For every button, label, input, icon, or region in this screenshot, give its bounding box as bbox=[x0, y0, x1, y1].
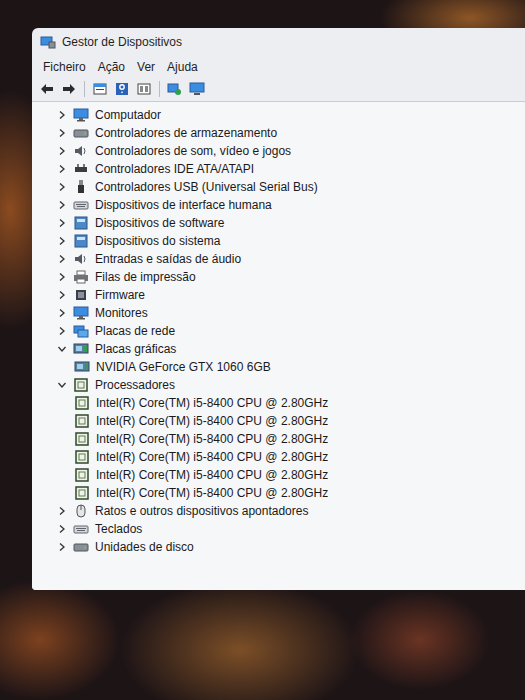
expand-arrow-icon[interactable] bbox=[56, 217, 68, 229]
title-bar: Gestor de Dispositivos bbox=[32, 28, 525, 56]
toolbar bbox=[32, 77, 525, 102]
expand-arrow-icon[interactable] bbox=[56, 523, 68, 535]
scan-hardware-icon bbox=[167, 81, 183, 97]
cpu-icon bbox=[74, 431, 90, 447]
back-icon bbox=[39, 81, 55, 97]
device-tree: ComputadorControladores de armazenamento… bbox=[32, 102, 525, 590]
menu-item[interactable]: Ficheiro bbox=[38, 59, 91, 75]
cpu-icon bbox=[74, 413, 90, 429]
mouse-icon bbox=[73, 503, 89, 519]
tree-category[interactable]: Firmware bbox=[56, 286, 525, 304]
tree-category[interactable]: Dispositivos do sistema bbox=[56, 232, 525, 250]
properties-icon bbox=[92, 81, 108, 97]
tree-category[interactable]: Computador bbox=[56, 106, 525, 124]
menu-bar: FicheiroAçãoVerAjuda bbox=[32, 56, 525, 77]
tree-device[interactable]: Intel(R) Core(TM) i5-8400 CPU @ 2.80GHz bbox=[56, 448, 525, 466]
menu-item[interactable]: Ajuda bbox=[162, 59, 203, 75]
tree-category[interactable]: Dispositivos de software bbox=[56, 214, 525, 232]
scan-hardware-button[interactable] bbox=[166, 80, 184, 98]
tree-category[interactable]: Dispositivos de interface humana bbox=[56, 196, 525, 214]
cpu-icon bbox=[74, 467, 90, 483]
expand-arrow-icon[interactable] bbox=[56, 253, 68, 265]
expand-arrow-icon[interactable] bbox=[56, 145, 68, 157]
back-button[interactable] bbox=[38, 80, 56, 98]
tree-device[interactable]: Intel(R) Core(TM) i5-8400 CPU @ 2.80GHz bbox=[56, 412, 525, 430]
tree-category[interactable]: Controladores USB (Universal Serial Bus) bbox=[56, 178, 525, 196]
hid-icon bbox=[73, 197, 89, 213]
tree-category[interactable]: Filas de impressão bbox=[56, 268, 525, 286]
expand-arrow-icon[interactable] bbox=[56, 181, 68, 193]
monitor-icon bbox=[189, 81, 205, 97]
expand-arrow-icon[interactable] bbox=[56, 505, 68, 517]
firmware-icon bbox=[73, 287, 89, 303]
window-title: Gestor de Dispositivos bbox=[62, 35, 182, 49]
tree-category[interactable]: Controladores de armazenamento bbox=[56, 124, 525, 142]
expand-arrow-icon[interactable] bbox=[56, 163, 68, 175]
expand-arrow-icon[interactable] bbox=[56, 235, 68, 247]
cpu-icon bbox=[74, 449, 90, 465]
computer-icon bbox=[73, 107, 89, 123]
view-button[interactable] bbox=[135, 80, 153, 98]
view-icon bbox=[136, 81, 152, 97]
properties-button[interactable] bbox=[91, 80, 109, 98]
network-icon bbox=[73, 323, 89, 339]
system-icon bbox=[73, 233, 89, 249]
expand-arrow-icon[interactable] bbox=[56, 325, 68, 337]
tree-device[interactable]: Intel(R) Core(TM) i5-8400 CPU @ 2.80GHz bbox=[56, 394, 525, 412]
tree-device[interactable]: Intel(R) Core(TM) i5-8400 CPU @ 2.80GHz bbox=[56, 466, 525, 484]
expand-arrow-icon[interactable] bbox=[56, 199, 68, 211]
tree-category[interactable]: Teclados bbox=[56, 520, 525, 538]
software-icon bbox=[73, 215, 89, 231]
expand-arrow-icon[interactable] bbox=[56, 271, 68, 283]
help-icon bbox=[114, 81, 130, 97]
menu-item[interactable]: Ver bbox=[132, 59, 160, 75]
expand-arrow-icon[interactable] bbox=[56, 109, 68, 121]
storage-icon bbox=[73, 125, 89, 141]
tree-category[interactable]: Controladores IDE ATA/ATAPI bbox=[56, 160, 525, 178]
expand-arrow-icon[interactable] bbox=[56, 127, 68, 139]
tree-device[interactable]: NVIDIA GeForce GTX 1060 6GB bbox=[56, 358, 525, 376]
keyboard-icon bbox=[73, 521, 89, 537]
tree-device[interactable]: Intel(R) Core(TM) i5-8400 CPU @ 2.80GHz bbox=[56, 430, 525, 448]
tree-category[interactable]: Monitores bbox=[56, 304, 525, 322]
expand-arrow-icon[interactable] bbox=[56, 541, 68, 553]
cpu-icon bbox=[74, 485, 90, 501]
cpu-icon bbox=[73, 377, 89, 393]
ide-icon bbox=[73, 161, 89, 177]
monitor-icon bbox=[73, 305, 89, 321]
expand-arrow-icon[interactable] bbox=[56, 379, 68, 391]
tree-category[interactable]: Entradas e saídas de áudio bbox=[56, 250, 525, 268]
monitor-button[interactable] bbox=[188, 80, 206, 98]
help-button[interactable] bbox=[113, 80, 131, 98]
tree-category[interactable]: Ratos e outros dispositivos apontadores bbox=[56, 502, 525, 520]
printer-icon bbox=[73, 269, 89, 285]
expand-arrow-icon[interactable] bbox=[56, 343, 68, 355]
tree-device[interactable]: Intel(R) Core(TM) i5-8400 CPU @ 2.80GHz bbox=[56, 484, 525, 502]
menu-item[interactable]: Ação bbox=[93, 59, 130, 75]
tree-category[interactable]: Unidades de disco bbox=[56, 538, 525, 556]
forward-icon bbox=[61, 81, 77, 97]
display-icon bbox=[73, 341, 89, 357]
tree-category[interactable]: Placas de rede bbox=[56, 322, 525, 340]
disk-icon bbox=[73, 539, 89, 555]
cpu-icon bbox=[74, 395, 90, 411]
usb-icon bbox=[73, 179, 89, 195]
sound-icon bbox=[73, 143, 89, 159]
display-icon bbox=[74, 359, 90, 375]
device-manager-window: Gestor de Dispositivos FicheiroAçãoVerAju… bbox=[32, 28, 525, 590]
forward-button[interactable] bbox=[60, 80, 78, 98]
expand-arrow-icon[interactable] bbox=[56, 307, 68, 319]
audio-icon bbox=[73, 251, 89, 267]
tree-category[interactable]: Processadores bbox=[56, 376, 525, 394]
tree-category[interactable]: Controladores de som, vídeo e jogos bbox=[56, 142, 525, 160]
toolbar-separator bbox=[84, 81, 85, 97]
tree-category[interactable]: Placas gráficas bbox=[56, 340, 525, 358]
expand-arrow-icon[interactable] bbox=[56, 289, 68, 301]
toolbar-separator bbox=[159, 81, 160, 97]
device-manager-icon bbox=[40, 34, 56, 50]
